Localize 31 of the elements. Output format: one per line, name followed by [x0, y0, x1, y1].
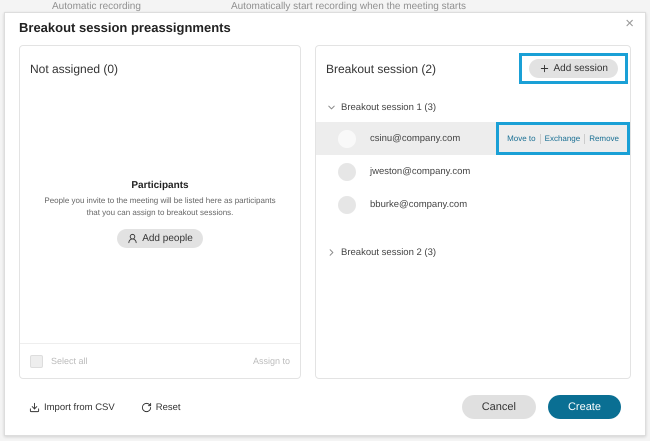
member-email: bburke@company.com — [370, 199, 468, 210]
avatar-icon — [338, 196, 356, 214]
reset-icon — [140, 402, 152, 412]
member-email: jweston@company.com — [370, 166, 472, 177]
create-button[interactable]: Create — [548, 395, 621, 419]
member-row[interactable]: jweston@company.com — [316, 155, 630, 188]
import-csv-button[interactable]: Import from CSV — [29, 402, 115, 412]
action-link[interactable]: Exchange — [540, 134, 584, 143]
empty-title: Participants — [131, 180, 189, 190]
action-link[interactable]: Move to — [503, 134, 540, 143]
panel-title: Breakout session (2) — [326, 62, 436, 76]
avatar-icon — [338, 162, 356, 180]
cancel-button[interactable]: Cancel — [462, 395, 536, 419]
plus-icon — [538, 62, 550, 74]
download-icon — [29, 402, 40, 412]
member-row[interactable]: bburke@company.com — [316, 188, 630, 221]
background-label: Automatic recording — [52, 2, 141, 12]
reset-button[interactable]: Reset — [140, 402, 181, 412]
select-all-label: Select all — [51, 356, 88, 366]
add-people-button[interactable]: Add people — [117, 228, 203, 248]
empty-text: People you invite to the meeting will be listed here as participants that you can assign to breakout sessions. — [43, 194, 277, 218]
person-icon — [127, 232, 138, 244]
action-link[interactable]: Remove — [585, 134, 623, 143]
background-description: Automatically start recording when the meeting starts — [230, 2, 466, 12]
session-header[interactable]: Breakout session 1 (3) — [316, 92, 446, 122]
session-header[interactable]: Breakout session 2 (3) — [316, 237, 446, 267]
panel-title: Not assigned (0) — [30, 62, 118, 76]
dialog-title: Breakout session preassignments — [19, 20, 231, 35]
member-email: csinu@company.com — [370, 133, 462, 144]
add-session-button[interactable]: Add session — [528, 58, 618, 78]
member-row[interactable]: csinu@company.com Move to Exchange Remove — [316, 122, 630, 155]
